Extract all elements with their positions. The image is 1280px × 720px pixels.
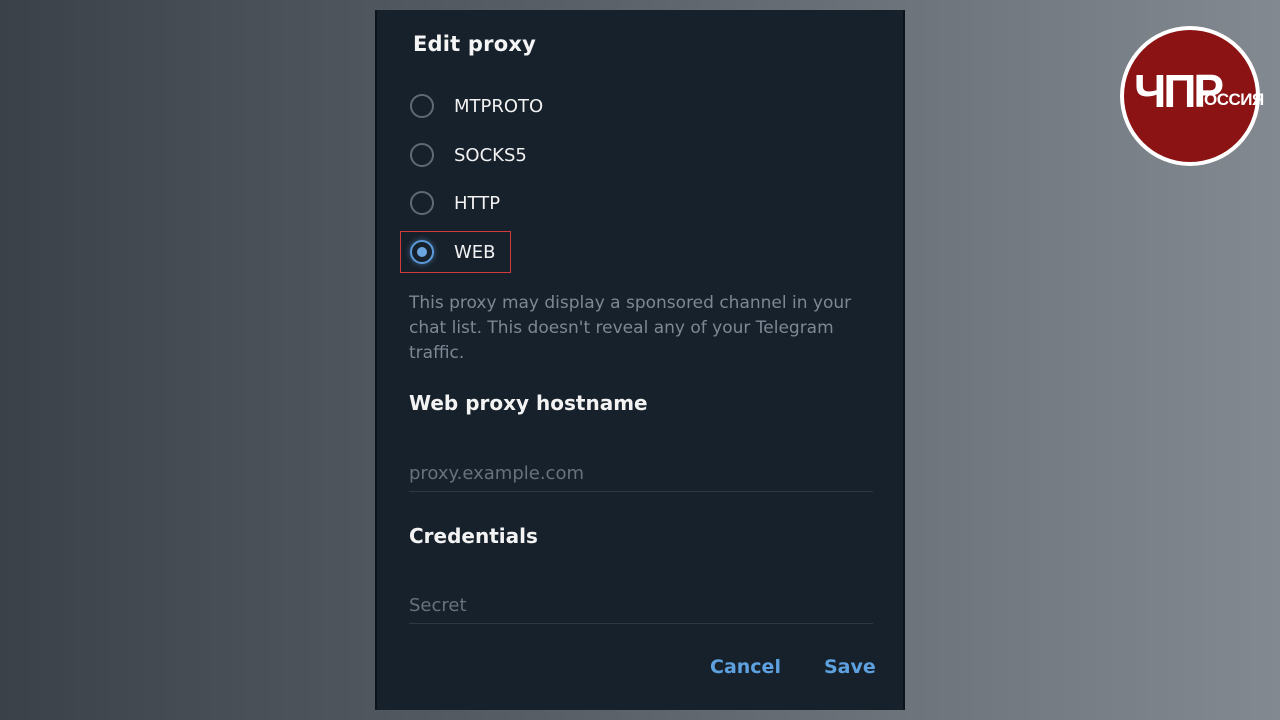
radio-mtproto[interactable]: MTPROTO (410, 91, 543, 121)
radio-web[interactable]: WEB (410, 237, 496, 267)
edit-proxy-dialog: Edit proxy MTPROTO SOCKS5 HTTP WEB This … (375, 10, 905, 710)
proxy-hint-text: This proxy may display a sponsored chann… (409, 293, 852, 363)
secret-input[interactable] (409, 588, 873, 624)
logo-sub-text: ОССИЯ (1204, 90, 1264, 109)
radio-label-http: HTTP (454, 192, 501, 214)
radio-circle-icon[interactable] (410, 94, 434, 118)
radio-circle-icon[interactable] (410, 143, 434, 167)
radio-http[interactable]: HTTP (410, 188, 500, 218)
radio-label-socks5: SOCKS5 (454, 144, 527, 166)
save-button[interactable]: Save (824, 656, 876, 678)
radio-label-web: WEB (454, 241, 496, 263)
logo-circle: ЧПР ОССИЯ (1124, 30, 1264, 162)
radio-socks5[interactable]: SOCKS5 (410, 140, 527, 170)
radio-label-mtproto: MTPROTO (454, 95, 544, 117)
cancel-button[interactable]: Cancel (710, 656, 781, 678)
hostname-input[interactable] (409, 456, 873, 492)
radio-checked-icon[interactable] (410, 240, 434, 264)
credentials-section-title: Credentials (409, 524, 538, 548)
dialog-title: Edit proxy (413, 32, 536, 56)
radio-circle-icon[interactable] (410, 191, 434, 215)
hostname-section-title: Web proxy hostname (409, 391, 648, 415)
channel-logo-watermark: ЧПР ОССИЯ (1120, 26, 1264, 166)
